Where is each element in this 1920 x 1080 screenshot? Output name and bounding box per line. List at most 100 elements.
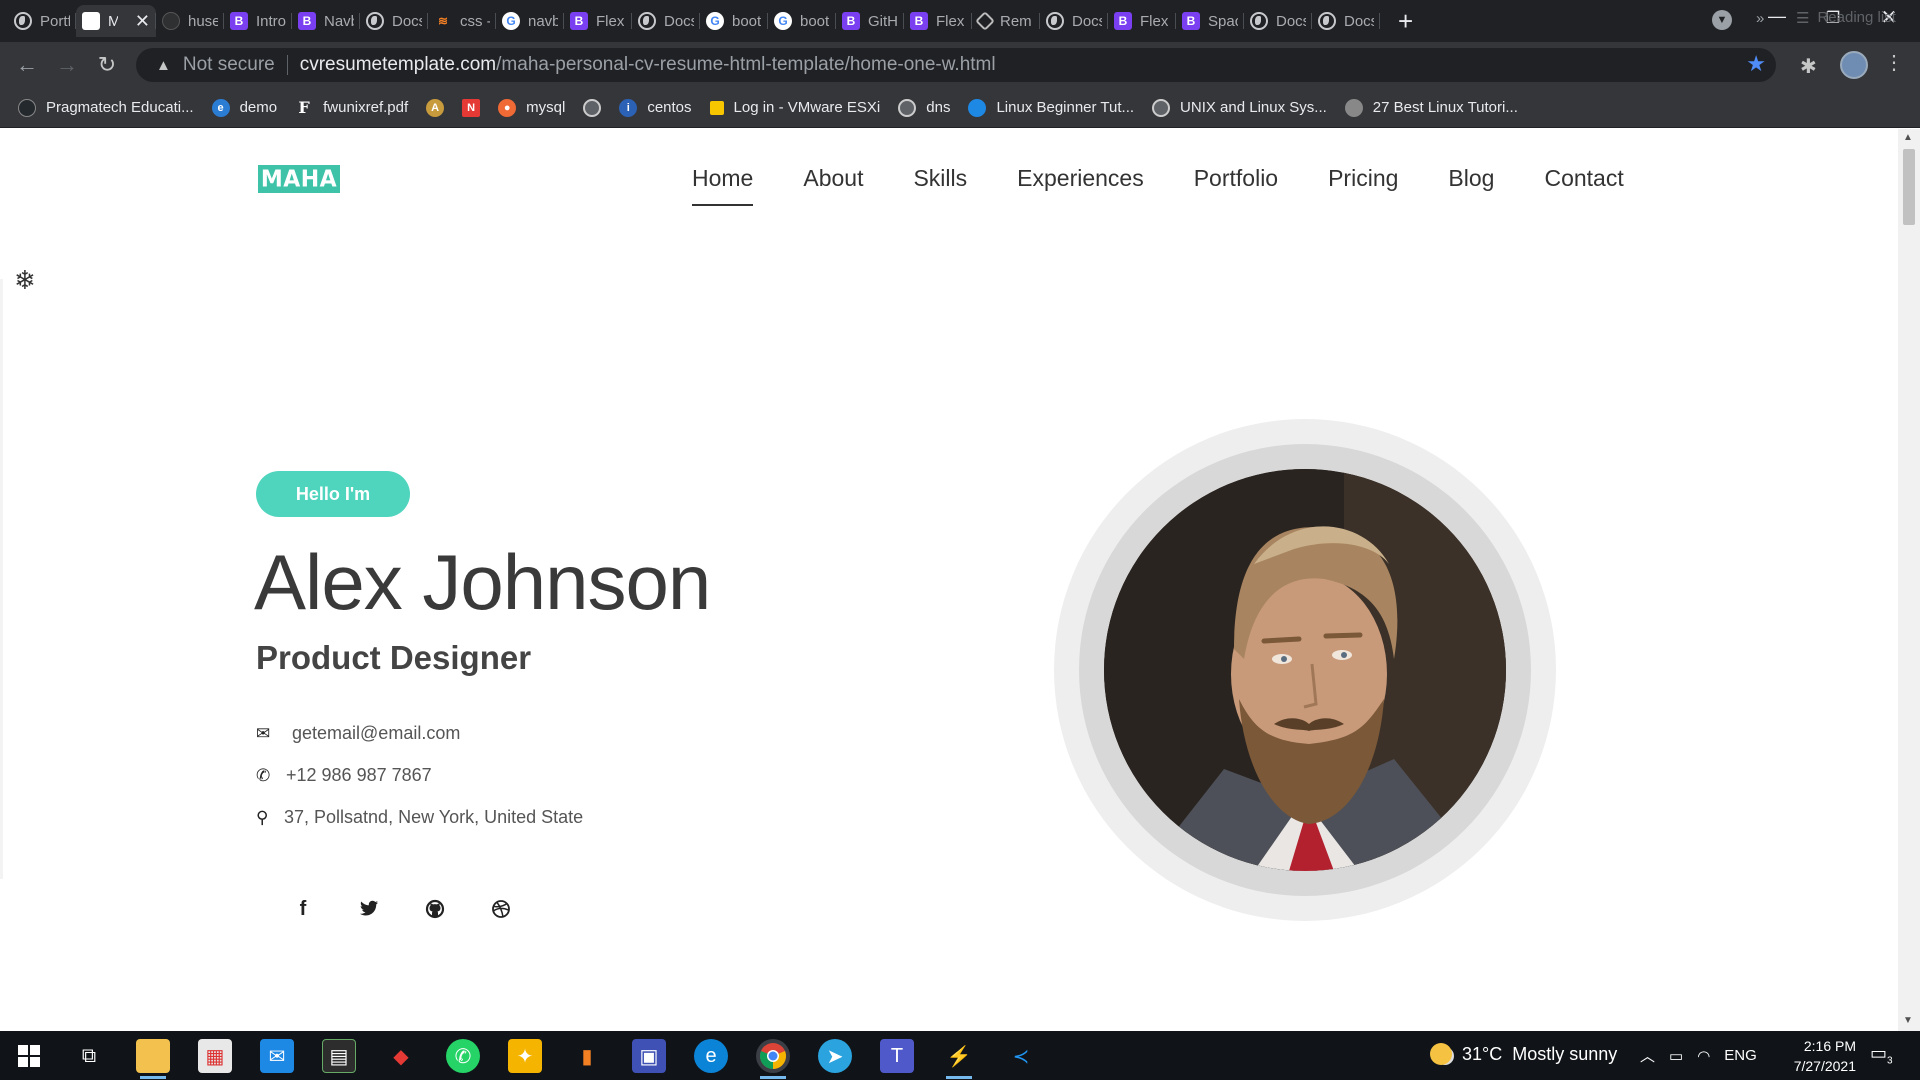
nav-skills[interactable]: Skills	[913, 165, 967, 206]
language-indicator[interactable]: ENG	[1724, 1047, 1757, 1064]
bookmark-fwunixref[interactable]: Ffwunixref.pdf	[295, 98, 408, 117]
bookmark-star-icon[interactable]: ★	[1746, 51, 1766, 77]
tab-spacing[interactable]: BSpacing	[1176, 5, 1244, 37]
tab-docs[interactable]: Docs	[1244, 5, 1312, 37]
scroll-up-arrow-icon[interactable]: ▲	[1903, 132, 1913, 143]
network-app-icon[interactable]: ⚡	[942, 1039, 976, 1079]
nav-blog[interactable]: Blog	[1448, 165, 1494, 206]
nav-experiences[interactable]: Experiences	[1017, 165, 1144, 206]
windows-start-icon[interactable]	[12, 1039, 46, 1073]
whatsapp-icon[interactable]: ✆	[446, 1039, 480, 1073]
back-arrow-icon[interactable]: ←	[12, 50, 42, 80]
nav-contact[interactable]: Contact	[1544, 165, 1623, 206]
tab-rem[interactable]: Rem	[972, 5, 1040, 37]
bookmark-27-best-linux[interactable]: 27 Best Linux Tutori...	[1344, 98, 1518, 117]
contact-phone: ✆ +12 986 987 7867	[256, 765, 432, 786]
reading-list-button[interactable]: ☰ Reading list	[1796, 9, 1896, 27]
address-bar[interactable]: ▲ Not secure cvresumetemplate.com /maha-…	[136, 48, 1776, 82]
bookmark-arch[interactable]: A	[426, 98, 445, 117]
site-logo[interactable]: MAHA	[258, 165, 340, 193]
reload-icon[interactable]: ↻	[92, 50, 122, 80]
bookmark-globe[interactable]	[583, 98, 602, 117]
chevron-up-icon[interactable]: ︿	[1640, 1045, 1655, 1066]
battery-icon[interactable]: ▭	[1669, 1047, 1683, 1065]
dribbble-icon[interactable]	[468, 889, 534, 929]
bookmark-unix-linux[interactable]: UNIX and Linux Sys...	[1152, 98, 1327, 117]
bookmark-mysql[interactable]: ● mysql	[498, 98, 565, 117]
vscode-icon[interactable]: ≺	[1004, 1039, 1038, 1073]
tab-flex[interactable]: B Flex	[564, 5, 632, 37]
bookmark-pragmatech[interactable]: Pragmatech Educati...	[18, 98, 194, 117]
tab-navbar-search[interactable]: Gnavbar	[496, 5, 564, 37]
email-text[interactable]: getemail@email.com	[292, 723, 460, 744]
more-bookmarks-chevron[interactable]: »	[1756, 10, 1764, 27]
bookmark-vmware[interactable]: Log in - VMware ESXi	[709, 99, 880, 116]
new-tab-plus-icon[interactable]: +	[1398, 6, 1413, 37]
world-icon	[968, 98, 987, 117]
centos-icon: i	[619, 98, 638, 117]
page-scrollbar[interactable]: ▲ ▼	[1898, 129, 1920, 1031]
system-tray: ︿ ▭ ◠ ENG	[1640, 1045, 1757, 1066]
facebook-icon[interactable]: f	[270, 889, 336, 929]
wifi-icon[interactable]: ◠	[1697, 1047, 1710, 1065]
store-icon[interactable]: ▦	[198, 1039, 232, 1073]
url-path: /maha-personal-cv-resume-html-template/h…	[496, 54, 996, 75]
game-app-icon[interactable]: ◆	[384, 1039, 418, 1073]
bootstrap-icon: B	[1114, 12, 1132, 30]
tab-github[interactable]: BGitHub	[836, 5, 904, 37]
github-icon[interactable]	[402, 889, 468, 929]
bookmark-demo[interactable]: e demo	[211, 98, 277, 117]
nav-portfolio[interactable]: Portfolio	[1194, 165, 1278, 206]
bookmark-news[interactable]: N	[462, 98, 481, 117]
tab-docs[interactable]: Docs	[1040, 5, 1108, 37]
scroll-down-arrow-icon[interactable]: ▼	[1903, 1015, 1913, 1026]
mail-icon[interactable]: ✉	[260, 1039, 294, 1073]
telegram-icon[interactable]: ➤	[818, 1039, 852, 1073]
file-explorer-icon[interactable]	[136, 1039, 170, 1079]
weather-widget[interactable]: 31°C Mostly sunny	[1430, 1043, 1617, 1065]
charts-app-icon[interactable]: ▮	[570, 1039, 604, 1073]
extensions-puzzle-icon[interactable]: ✱	[1800, 54, 1817, 79]
nav-pricing[interactable]: Pricing	[1328, 165, 1398, 206]
clock[interactable]: 2:16 PM 7/27/2021	[1760, 1036, 1856, 1076]
bootstrap-icon: B	[1182, 12, 1200, 30]
edge-icon[interactable]: e	[694, 1039, 728, 1073]
tab-introduction[interactable]: BIntroduction	[224, 5, 292, 37]
bookmark-dns[interactable]: dns	[898, 98, 950, 117]
bookmark-linux-beginner[interactable]: Linux Beginner Tut...	[968, 98, 1134, 117]
chrome-icon[interactable]	[756, 1039, 790, 1079]
twitter-icon[interactable]	[336, 889, 402, 929]
hero-name: Alex Johnson	[254, 538, 711, 626]
tab-navbar[interactable]: BNavbar	[292, 5, 360, 37]
kebab-menu-icon[interactable]: ⋮	[1884, 50, 1904, 75]
teams-icon[interactable]: T	[880, 1039, 914, 1073]
tab-search-chevron-icon[interactable]: ▼	[1712, 10, 1732, 30]
tab-portfolio[interactable]: Portfolio	[8, 5, 76, 37]
tab-docs[interactable]: Docs	[360, 5, 428, 37]
globe-icon	[1318, 12, 1336, 30]
scrollbar-thumb[interactable]	[1903, 149, 1915, 225]
remote-desktop-icon[interactable]: ▣	[632, 1039, 666, 1073]
notification-center-icon[interactable]: ▭3	[1870, 1043, 1893, 1067]
nav-about[interactable]: About	[803, 165, 863, 206]
tab-huseyin[interactable]: huseyin	[156, 5, 224, 37]
tab-boot[interactable]: Gboot	[768, 5, 836, 37]
terminal-icon[interactable]: ▤	[322, 1039, 356, 1073]
tab-flex[interactable]: B Flex	[904, 5, 972, 37]
tab-maha[interactable]: MAHA✕	[76, 5, 156, 37]
forward-arrow-icon[interactable]: →	[52, 50, 82, 80]
nav-home[interactable]: Home	[692, 165, 754, 206]
tab-docs[interactable]: Docs	[1312, 5, 1380, 37]
bookmark-centos[interactable]: i centos	[619, 98, 692, 117]
task-view-icon[interactable]: ⧉	[72, 1039, 106, 1073]
tab-boot[interactable]: Gboot	[700, 5, 768, 37]
windows-taskbar: ⧉ ▦ ✉ ▤ ◆ ✆ ✦ ▮ ▣ e ➤ T ⚡ ≺ 31°C Mostly …	[0, 1031, 1920, 1080]
tab-docs[interactable]: Docs	[632, 5, 700, 37]
tab-flex[interactable]: B Flex	[1108, 5, 1176, 37]
close-tab-icon[interactable]: ✕	[135, 11, 150, 32]
tab-css[interactable]: ≋ css -	[428, 5, 496, 37]
profile-avatar[interactable]	[1840, 51, 1868, 79]
phone-text[interactable]: +12 986 987 7867	[286, 765, 432, 786]
puzzle-app-icon[interactable]: ✦	[508, 1039, 542, 1073]
settings-gear-icon[interactable]: ❄	[14, 265, 36, 296]
